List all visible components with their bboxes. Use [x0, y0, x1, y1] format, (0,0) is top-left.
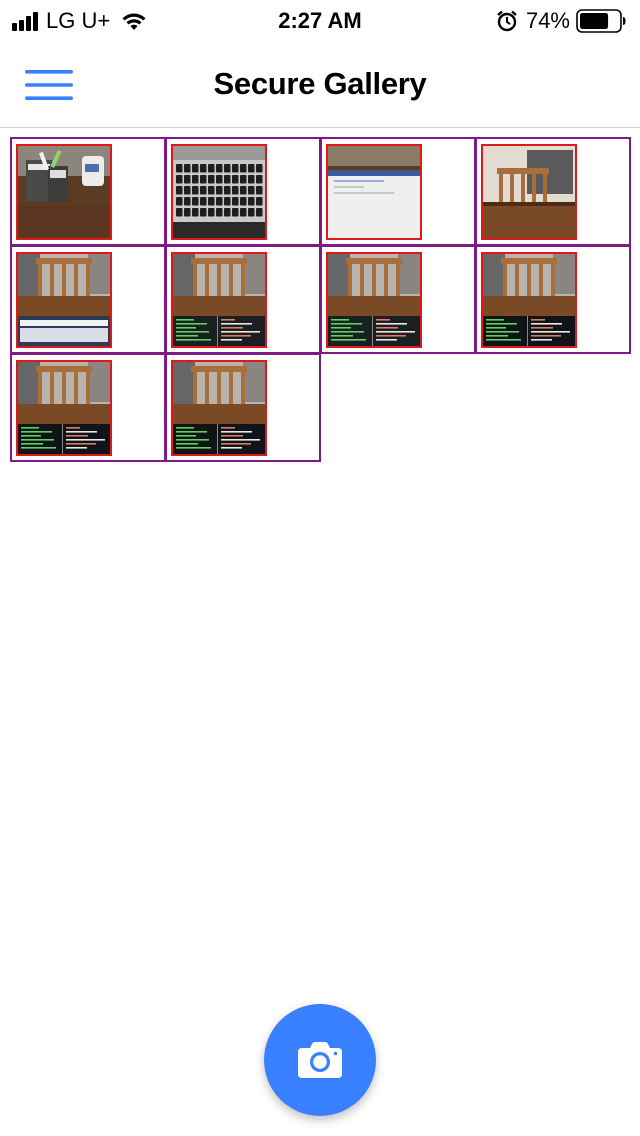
- photo-thumbnail[interactable]: [475, 137, 631, 246]
- battery-percent: 74%: [525, 8, 570, 33]
- status-left: LG U+: [12, 8, 148, 34]
- photo-thumbnail[interactable]: [10, 137, 166, 246]
- photo-chair-and-table: [483, 146, 575, 238]
- photo-chair-and-terminal-dark: [483, 254, 575, 346]
- photo-thumbnail[interactable]: [320, 137, 476, 246]
- photo-image: [16, 360, 112, 456]
- carrier-name: LG U+: [46, 8, 111, 33]
- photo-image: [171, 360, 267, 456]
- photo-image: [481, 144, 577, 240]
- hamburger-menu-icon: [25, 70, 73, 100]
- photo-laptop-keyboard: [173, 146, 265, 238]
- status-time: 2:27 AM: [278, 8, 362, 33]
- photo-thumbnail[interactable]: [10, 353, 166, 462]
- status-bar: LG U+ 2:27 AM 74%: [0, 0, 640, 40]
- photo-image: [16, 252, 112, 348]
- photo-image: [326, 252, 422, 348]
- photo-image: [326, 144, 422, 240]
- alarm-icon: [497, 10, 517, 32]
- signal-icon: [12, 11, 40, 31]
- photo-chair-and-laptop: [18, 254, 110, 346]
- wifi-icon: [122, 13, 146, 30]
- photo-thumbnail[interactable]: [165, 245, 321, 354]
- photo-image: [16, 144, 112, 240]
- header: Secure Gallery: [0, 40, 640, 128]
- page-title: Secure Gallery: [213, 66, 427, 101]
- photo-chair-and-terminal-dark: [18, 362, 110, 454]
- photo-thumbnail[interactable]: [10, 245, 166, 354]
- menu-button[interactable]: [18, 60, 80, 110]
- camera-icon: [298, 1042, 342, 1078]
- photo-laptop-screen-browser: [328, 146, 420, 238]
- photo-image: [171, 144, 267, 240]
- photo-thumbnail[interactable]: [165, 137, 321, 246]
- photo-image: [171, 252, 267, 348]
- photo-chair-and-terminal: [328, 254, 420, 346]
- photo-thumbnail[interactable]: [320, 245, 476, 354]
- battery-icon: [576, 9, 626, 33]
- photo-chair-and-terminal: [173, 254, 265, 346]
- photo-chair-and-terminal-dark: [173, 362, 265, 454]
- photo-thumbnail[interactable]: [165, 353, 321, 462]
- camera-button[interactable]: [264, 1004, 376, 1116]
- photo-grid: [10, 137, 631, 462]
- photo-thumbnail[interactable]: [475, 245, 631, 354]
- photo-image: [481, 252, 577, 348]
- photo-desk-with-mugs: [18, 146, 110, 238]
- status-right: 74%: [496, 8, 626, 34]
